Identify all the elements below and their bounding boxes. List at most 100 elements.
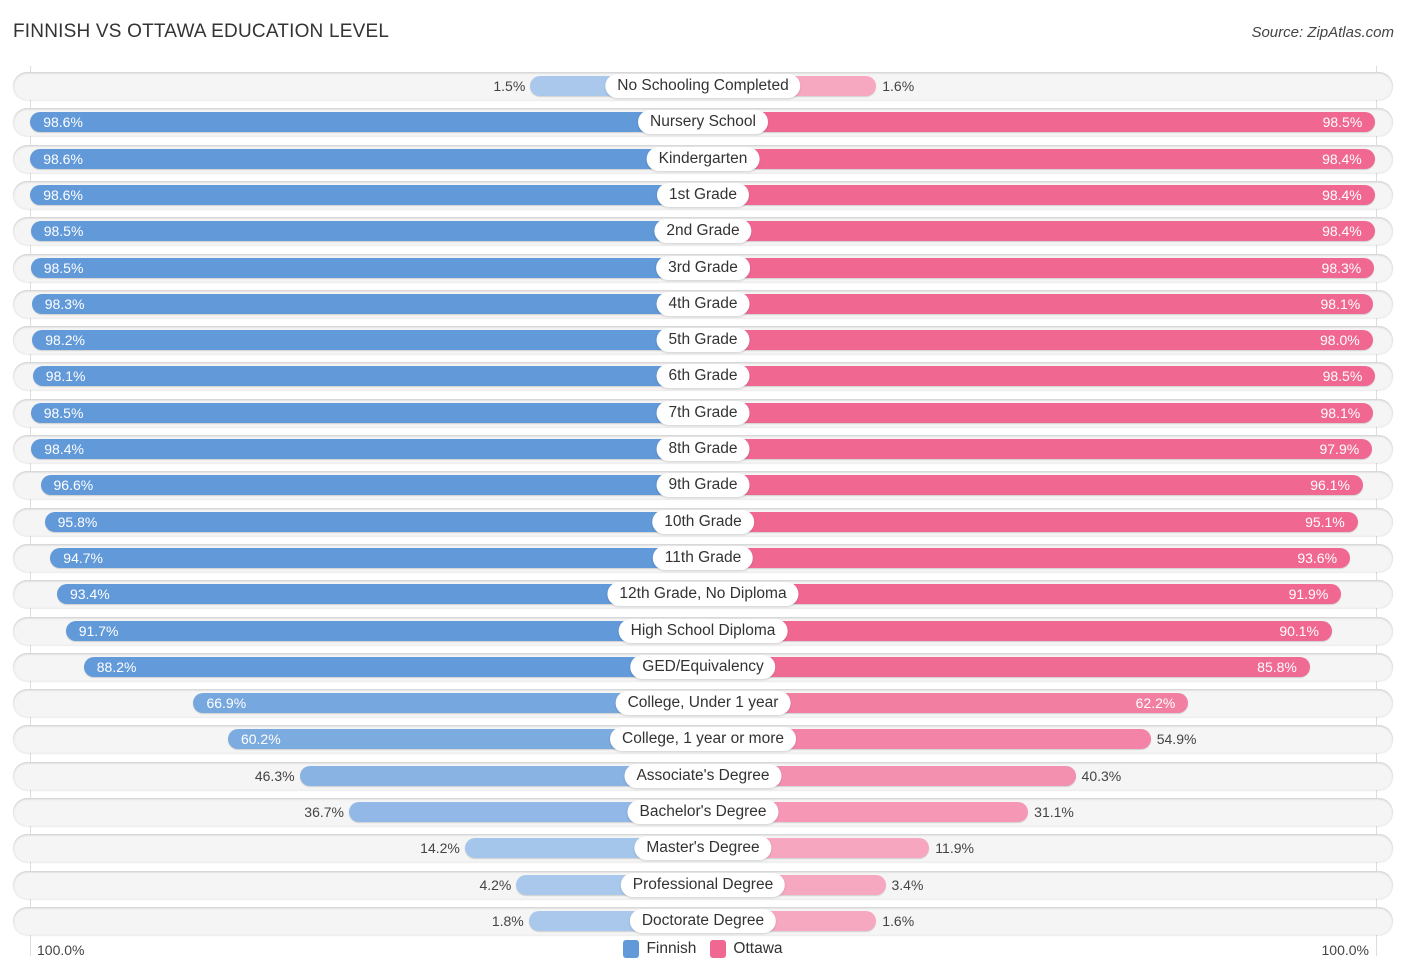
value-finnish-8th-grade: 98.4% <box>44 441 84 457</box>
bar-finnish-11th-grade[interactable] <box>50 547 703 568</box>
bar-finnish-10th-grade[interactable] <box>44 511 703 532</box>
bar-ottawa-ged-equivalency[interactable] <box>703 656 1310 677</box>
bar-finnish-7th-grade[interactable] <box>30 402 703 423</box>
value-ottawa-college-1-year-or-more: 54.9% <box>1156 731 1197 748</box>
value-ottawa-no-schooling-completed: 1.6% <box>882 78 915 94</box>
bar-ottawa-10th-grade[interactable] <box>703 511 1358 532</box>
bar-ottawa-8th-grade[interactable] <box>703 439 1373 459</box>
value-ottawa-ged-equivalency: 85.8% <box>1257 658 1297 675</box>
value-finnish-bachelor-s-degree: 36.7% <box>304 804 344 820</box>
bar-ottawa-5th-grade[interactable] <box>703 330 1373 351</box>
value-ottawa-college-under-1-year: 62.2% <box>1135 695 1176 712</box>
category-label-doctorate-degree: Doctorate Degree <box>629 908 777 933</box>
bar-ottawa-11th-grade[interactable] <box>703 547 1351 568</box>
bar-finnish-8th-grade[interactable] <box>31 439 703 459</box>
bar-ottawa-2nd-grade[interactable] <box>703 221 1375 242</box>
value-finnish-1st-grade: 98.6% <box>43 186 83 203</box>
value-finnish-associate-s-degree: 46.3% <box>254 767 295 784</box>
bar-finnish-4th-grade[interactable] <box>31 293 703 314</box>
bar-finnish-12th-grade-no-diploma[interactable] <box>56 584 703 605</box>
value-ottawa-7th-grade: 98.1% <box>1320 404 1361 421</box>
value-ottawa-3rd-grade: 98.3% <box>1321 259 1362 276</box>
category-label-master-s-degree: Master's Degree <box>634 836 772 861</box>
value-ottawa-11th-grade: 93.6% <box>1297 549 1338 566</box>
bar-ottawa-1st-grade[interactable] <box>703 184 1375 205</box>
category-label-1st-grade: 1st Grade <box>656 182 750 207</box>
category-label-7th-grade: 7th Grade <box>656 400 750 425</box>
category-label-5th-grade: 5th Grade <box>656 328 750 353</box>
category-label-3rd-grade: 3rd Grade <box>656 255 750 280</box>
value-finnish-college-1-year-or-more: 60.2% <box>240 731 281 748</box>
bar-finnish-high-school-diploma[interactable] <box>65 620 703 641</box>
category-label-8th-grade: 8th Grade <box>656 437 750 461</box>
legend: Finnish Ottawa <box>0 940 1406 958</box>
value-ottawa-master-s-degree: 11.9% <box>935 840 974 857</box>
category-label-9th-grade: 9th Grade <box>656 473 750 498</box>
diverging-bar-chart: 1.5% 1.6% No Schooling Completed 98.6% 98.5%… <box>0 0 1406 975</box>
bar-ottawa-9th-grade[interactable] <box>703 475 1363 496</box>
category-label-12th-grade-no-diploma: 12th Grade, No Diploma <box>607 582 799 607</box>
value-ottawa-professional-degree: 3.4% <box>891 876 924 893</box>
value-finnish-kindergarten: 98.6% <box>43 150 83 167</box>
value-finnish-high-school-diploma: 91.7% <box>78 622 119 639</box>
bar-ottawa-6th-grade[interactable] <box>703 366 1376 387</box>
bar-ottawa-4th-grade[interactable] <box>703 293 1374 314</box>
bar-finnish-3rd-grade[interactable] <box>30 257 703 278</box>
bar-ottawa-nursery-school[interactable] <box>703 112 1376 133</box>
category-label-college-under-1-year: College, Under 1 year <box>615 691 791 716</box>
value-finnish-ged-equivalency: 88.2% <box>96 658 137 675</box>
bar-ottawa-7th-grade[interactable] <box>703 402 1374 423</box>
value-finnish-3rd-grade: 98.5% <box>43 259 84 276</box>
value-ottawa-9th-grade: 96.1% <box>1310 477 1350 494</box>
value-ottawa-5th-grade: 98.0% <box>1320 332 1360 349</box>
bar-ottawa-kindergarten[interactable] <box>703 148 1375 169</box>
value-finnish-5th-grade: 98.2% <box>45 332 85 349</box>
value-ottawa-associate-s-degree: 40.3% <box>1081 767 1122 784</box>
bar-finnish-5th-grade[interactable] <box>32 330 703 351</box>
bar-finnish-kindergarten[interactable] <box>30 148 703 169</box>
value-finnish-7th-grade: 98.5% <box>43 404 84 421</box>
legend-swatch-ottawa <box>710 940 727 958</box>
value-finnish-nursery-school: 98.6% <box>43 114 83 131</box>
category-label-11th-grade: 11th Grade <box>652 545 754 570</box>
value-finnish-college-under-1-year: 66.9% <box>206 695 247 712</box>
bar-ottawa-high-school-diploma[interactable] <box>703 620 1332 641</box>
value-ottawa-doctorate-degree: 1.6% <box>882 912 915 929</box>
value-finnish-master-s-degree: 14.2% <box>420 840 460 857</box>
value-finnish-10th-grade: 95.8% <box>57 513 98 530</box>
category-label-kindergarten: Kindergarten <box>646 146 760 171</box>
value-finnish-6th-grade: 98.1% <box>45 368 86 385</box>
bar-ottawa-12th-grade-no-diploma[interactable] <box>703 584 1342 605</box>
bar-ottawa-3rd-grade[interactable] <box>703 257 1375 278</box>
category-label-10th-grade: 10th Grade <box>652 509 754 534</box>
bar-finnish-6th-grade[interactable] <box>32 366 703 387</box>
bar-finnish-nursery-school[interactable] <box>30 112 703 133</box>
value-ottawa-nursery-school: 98.5% <box>1322 114 1363 131</box>
value-ottawa-6th-grade: 98.5% <box>1322 368 1363 385</box>
value-ottawa-4th-grade: 98.1% <box>1320 295 1361 312</box>
bar-finnish-2nd-grade[interactable] <box>30 221 703 242</box>
bar-finnish-9th-grade[interactable] <box>40 475 703 496</box>
value-ottawa-8th-grade: 97.9% <box>1319 441 1360 457</box>
legend-item-finnish[interactable]: Finnish <box>623 940 696 958</box>
value-finnish-2nd-grade: 98.5% <box>43 223 84 240</box>
legend-label-ottawa: Ottawa <box>733 940 783 957</box>
value-finnish-11th-grade: 94.7% <box>63 549 103 566</box>
value-ottawa-2nd-grade: 98.4% <box>1322 223 1362 240</box>
value-finnish-12th-grade-no-diploma: 93.4% <box>69 586 110 603</box>
category-label-2nd-grade: 2nd Grade <box>654 219 752 244</box>
legend-swatch-finnish <box>623 940 640 958</box>
bar-finnish-1st-grade[interactable] <box>30 184 703 205</box>
category-label-high-school-diploma: High School Diploma <box>618 618 788 643</box>
category-label-nursery-school: Nursery School <box>638 110 768 135</box>
category-label-professional-degree: Professional Degree <box>620 872 786 897</box>
category-label-associate-s-degree: Associate's Degree <box>624 763 782 788</box>
bar-finnish-ged-equivalency[interactable] <box>83 656 703 677</box>
value-ottawa-bachelor-s-degree: 31.1% <box>1034 804 1074 820</box>
value-ottawa-kindergarten: 98.4% <box>1322 150 1362 167</box>
value-finnish-no-schooling-completed: 1.5% <box>493 78 526 94</box>
value-finnish-professional-degree: 4.2% <box>479 876 512 893</box>
value-ottawa-high-school-diploma: 90.1% <box>1279 622 1320 639</box>
legend-item-ottawa[interactable]: Ottawa <box>710 940 783 958</box>
value-ottawa-12th-grade-no-diploma: 91.9% <box>1288 586 1329 603</box>
